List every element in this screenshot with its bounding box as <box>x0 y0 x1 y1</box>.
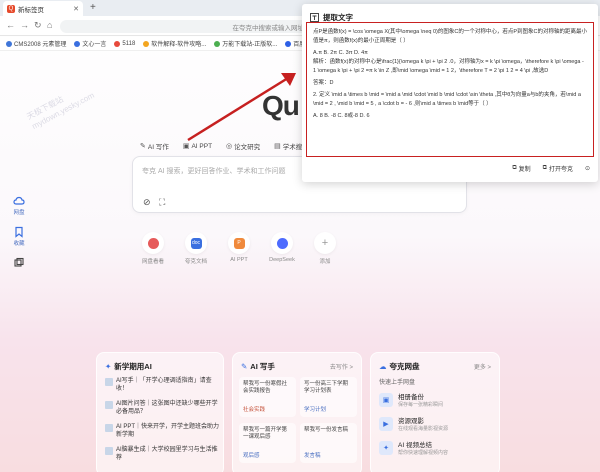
text-extract-icon <box>310 13 319 22</box>
address-placeholder: 在夸克中搜索或输入网址 <box>232 24 305 32</box>
bookmark-item[interactable]: 万能下载站-正版软... <box>214 39 277 48</box>
movie-icon: ▶ <box>379 416 393 431</box>
sidebar-item-more[interactable] <box>6 257 32 270</box>
copy-icon: ⧉ <box>512 165 517 171</box>
ocr-paragraph: 点P是函数f(x) = \cos \omega X(其中\omega \neq … <box>313 29 587 44</box>
open-external-icon: ⧉ <box>542 165 547 171</box>
bookmark-item[interactable]: 文心一言 <box>74 39 106 48</box>
thumbnail <box>105 401 113 409</box>
go-write-link[interactable]: 去写作 > <box>330 362 353 371</box>
ocr-paragraph: A. 8 B. -8 C. 8或-8 D. 6 <box>313 113 370 119</box>
card-quark-drive: ☁ 夸克网盘 更多 > 快速上手网盘 ▣ 相册备份 保存每一张精彩瞬间 ▶ 资源观影 在线… <box>370 352 500 472</box>
quick-apps: 网盘看看 doc 夸克文档 P AI PPT DeepSeek + 添加 <box>140 232 338 265</box>
pin-button[interactable]: ⊙ <box>585 165 590 172</box>
open-quark-button[interactable]: ⧉ 打开夸克 <box>543 164 573 173</box>
extract-text-popup: 提取文字 点P是函数f(x) = \cos \omega X(其中\omega … <box>302 4 598 182</box>
sidebar-item-drive[interactable]: 网盘 <box>6 195 32 216</box>
drive-feature[interactable]: ▶ 资源观影 在线观看海量影视资源 <box>379 415 448 432</box>
copy-button[interactable]: ⧉ 复制 <box>512 164 530 173</box>
photo-backup-icon: ▣ <box>379 392 393 407</box>
writing-prompt[interactable]: 帮我写一份发言稿 发言稿 <box>300 423 357 463</box>
drive-watch-icon <box>147 237 159 249</box>
tool-ai-ppt[interactable]: ▣ AI PPT <box>183 141 212 151</box>
sidebar-item-favorites[interactable]: 收藏 <box>6 226 32 247</box>
ocr-paragraph: 答案：D <box>313 80 334 86</box>
book-icon: ▤ <box>274 143 281 150</box>
tab-title: 新标签页 <box>18 6 44 14</box>
extracted-text-area[interactable]: 点P是函数f(x) = \cos \omega X(其中\omega \neq … <box>306 22 594 157</box>
app-drive-watch[interactable]: 网盘看看 <box>140 232 166 265</box>
thumbnail <box>105 378 113 386</box>
drive-subtitle: 快速上手网盘 <box>379 380 416 386</box>
card-new-semester-ai: ✦ 新学期用AI AI写手｜「开学心理调适指南」请查收！ AI图片问答｜这张图中还… <box>96 352 224 472</box>
docs-icon: doc <box>190 237 202 249</box>
quark-favicon-icon: Q <box>7 4 15 13</box>
popup-actions: ⧉ 复制 ⧉ 打开夸克 ⊙ <box>512 164 590 173</box>
sparkle-icon: ✦ <box>105 362 112 371</box>
bookmark-icon <box>143 40 150 47</box>
address-input[interactable]: 在夸克中搜索或输入网址 <box>60 20 310 33</box>
pen-icon: ✎ <box>140 143 146 150</box>
writing-prompt[interactable]: 写一份高三下学期学习计划表 学习计划 <box>300 377 357 417</box>
left-sidebar: 网盘 收藏 <box>6 195 32 280</box>
list-item[interactable]: AI PPT｜快来开学，开学主题班会助力新学期 <box>105 423 219 439</box>
list-item[interactable]: AI写手｜「开学心理调适指南」请查收！ <box>105 377 219 393</box>
bookmark-item[interactable]: 软件解释-软件攻略... <box>143 39 206 48</box>
tool-paper-research[interactable]: ◎ 论文研究 <box>226 141 260 151</box>
ocr-paragraph: 解析：函数f(x)的对称中心是\frac{1}{\omega k \pi + \… <box>313 59 584 74</box>
new-tab-icon[interactable]: + <box>90 2 96 13</box>
drive-feature[interactable]: ▣ 相册备份 保存每一张精彩瞬间 <box>379 391 443 408</box>
ocr-paragraph: 2. 定义 \mid a \times b \mid = \mid a \mid… <box>313 92 581 107</box>
home-icon[interactable]: ⌂ <box>47 20 52 30</box>
app-deepseek[interactable]: DeepSeek <box>269 232 295 265</box>
video-summary-icon: ✦ <box>379 440 393 455</box>
writing-prompt[interactable]: 帮我写一份寒假社会实践报告 社会实践 <box>239 377 296 417</box>
app-ai-ppt[interactable]: P AI PPT <box>226 232 252 265</box>
screenshot-icon[interactable]: ⛶ <box>159 197 165 208</box>
pin-icon: ⊙ <box>584 166 590 172</box>
list-item[interactable]: AI图片问答｜这张图中还缺少哪些开学必备用品？ <box>105 400 219 416</box>
attach-icon[interactable]: ⊘ <box>143 197 151 208</box>
list-item[interactable]: AI脑暴生成｜大学校园里学习与生活推荐 <box>105 446 219 462</box>
search-placeholder: 夸克 AI 搜索，更好回答作业、学术和工作问题 <box>142 168 286 175</box>
watermark: 天极下载站 mydown.yesky.com <box>25 90 96 132</box>
arrow-head-icon <box>281 73 296 86</box>
ppt-icon: P <box>233 237 245 249</box>
thumbnail <box>105 447 113 455</box>
card-ai-writer: ✎ AI 写手 去写作 > 帮我写一份寒假社会实践报告 社会实践 写一份高三下学期学… <box>232 352 362 472</box>
drive-more-link[interactable]: 更多 > <box>474 362 491 371</box>
bookmark-item[interactable]: CMS2008 元素管理 <box>6 39 66 48</box>
deepseek-whale-icon <box>276 237 288 249</box>
refresh-icon[interactable]: ↻ <box>34 20 42 31</box>
close-tab-icon[interactable]: ✕ <box>73 5 79 13</box>
app-add[interactable]: + 添加 <box>312 232 338 265</box>
slides-icon: ▣ <box>182 143 190 150</box>
cloud-icon: ☁ <box>379 362 387 371</box>
bookmark-icon <box>114 40 121 47</box>
bookmark-icon <box>214 40 221 47</box>
back-icon[interactable]: ← <box>6 20 15 30</box>
window-icon <box>14 257 24 267</box>
ocr-paragraph: A.π B. 2π C. 3π D. 4π <box>313 50 368 56</box>
browser-tab[interactable]: Q 新标签页 ✕ <box>3 1 83 16</box>
research-icon: ◎ <box>226 143 233 150</box>
app-quark-docs[interactable]: doc 夸克文档 <box>183 232 209 265</box>
pen-icon: ✎ <box>241 362 248 371</box>
bookmark-icon <box>6 40 12 47</box>
quark-logo: Qu <box>262 90 300 121</box>
plus-icon: + <box>321 237 329 249</box>
thumbnail <box>105 424 113 432</box>
forward-icon[interactable]: → <box>20 20 29 30</box>
bookmark-icon <box>74 40 81 47</box>
cloud-icon <box>13 196 25 205</box>
bookmark-item[interactable]: 5118 <box>114 40 135 47</box>
bookmark-icon <box>15 226 23 238</box>
tool-ai-writing[interactable]: ✎ AI 写作 <box>140 141 169 151</box>
bookmark-icon <box>285 40 292 47</box>
drive-feature[interactable]: ✦ AI 视频总结 帮你快速理解视频内容 <box>379 439 448 456</box>
writing-prompt[interactable]: 帮我写一篇开学第一课观后感 观后感 <box>239 423 296 463</box>
